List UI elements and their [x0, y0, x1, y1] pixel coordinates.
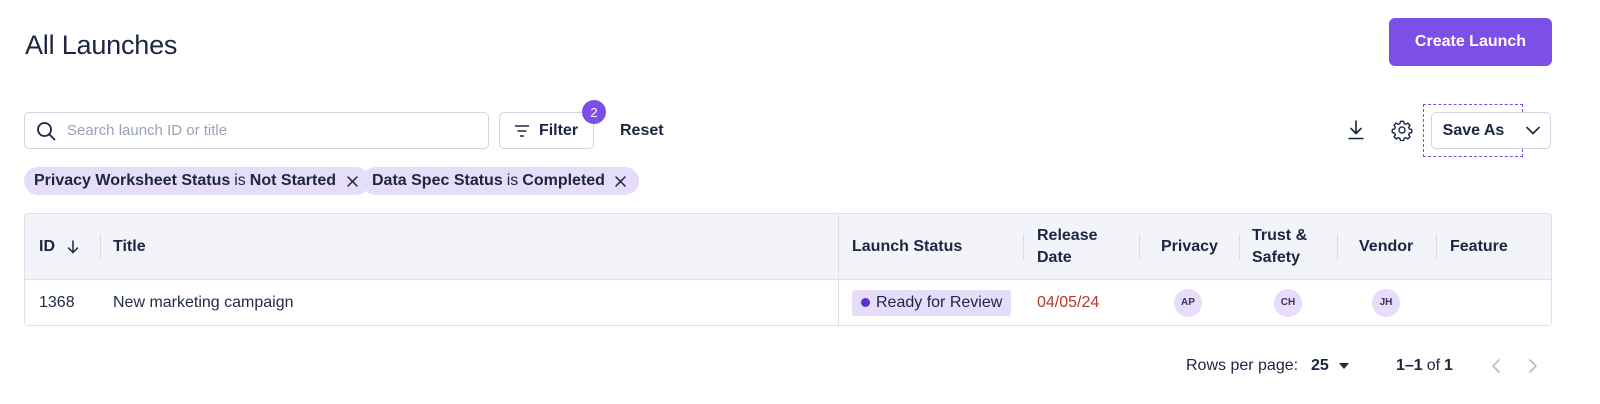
create-launch-button[interactable]: Create Launch — [1389, 18, 1552, 66]
cell-title[interactable]: New marketing campaign — [113, 280, 294, 325]
filter-chip-field: Data Spec Status — [372, 172, 503, 189]
range-of: of — [1426, 357, 1441, 374]
save-as-menu-button[interactable] — [1515, 112, 1551, 149]
avatar[interactable]: CH — [1274, 288, 1302, 317]
column-header-privacy[interactable]: Privacy — [1161, 214, 1218, 280]
rows-per-page-select[interactable]: 25 — [1311, 350, 1349, 382]
filter-chip-data-spec: Data Spec Status is Completed — [362, 167, 639, 195]
filter-button[interactable]: Filter — [499, 112, 594, 149]
filter-chip-value: Completed — [522, 172, 605, 189]
filter-chip-op: is — [506, 172, 519, 189]
column-header-id[interactable]: ID — [39, 214, 79, 280]
chevron-right-icon — [1529, 359, 1537, 373]
filter-chip-privacy-worksheet: Privacy Worksheet Status is Not Started — [24, 167, 371, 195]
table-row[interactable]: 1368 New marketing campaign Ready for Re… — [25, 280, 1551, 325]
search-box[interactable] — [24, 112, 489, 149]
range-value: 1–1 — [1396, 357, 1423, 374]
previous-page-button[interactable] — [1483, 353, 1509, 379]
close-icon[interactable] — [344, 173, 360, 189]
page-title: All Launches — [25, 30, 178, 60]
filter-count-badge: 2 — [582, 100, 606, 124]
column-header-vendor[interactable]: Vendor — [1359, 214, 1413, 280]
cell-release-date: 04/05/24 — [1037, 293, 1100, 311]
column-header-title[interactable]: Title — [113, 214, 146, 280]
avatar[interactable]: AP — [1174, 288, 1202, 317]
pagination-range: 1–1 of 1 — [1396, 350, 1453, 382]
cell-id: 1368 — [39, 293, 75, 311]
gear-icon — [1391, 119, 1413, 141]
filter-chip-field: Privacy Worksheet Status — [34, 172, 231, 189]
next-page-button[interactable] — [1520, 353, 1546, 379]
cell-vendor: JH — [1372, 280, 1400, 325]
save-as-button[interactable]: Save As — [1431, 112, 1516, 149]
download-icon — [1347, 120, 1365, 140]
status-dot-icon — [861, 298, 870, 307]
rows-per-page-value: 25 — [1311, 357, 1329, 374]
table-header: ID Title Launch Status Release Date Priv… — [25, 214, 1551, 280]
filter-label: Filter — [538, 121, 579, 139]
launches-table: ID Title Launch Status Release Date Priv… — [24, 213, 1552, 326]
column-header-trust-safety[interactable]: Trust & Safety — [1252, 214, 1332, 280]
column-header-release-date[interactable]: Release Date — [1037, 214, 1127, 280]
settings-button[interactable] — [1388, 116, 1416, 144]
arrow-down-icon — [67, 240, 79, 254]
chevron-left-icon — [1492, 359, 1500, 373]
filter-icon — [514, 124, 529, 137]
download-button[interactable] — [1342, 116, 1370, 144]
filter-chip-op: is — [234, 172, 246, 189]
reset-button[interactable]: Reset — [612, 112, 672, 149]
search-input[interactable] — [67, 122, 467, 139]
filter-chip-value: Not Started — [249, 172, 337, 189]
cell-privacy: AP — [1174, 280, 1202, 325]
column-header-launch-status[interactable]: Launch Status — [852, 214, 962, 280]
status-label: Ready for Review — [876, 293, 1003, 311]
avatar[interactable]: JH — [1372, 288, 1400, 317]
status-badge: Ready for Review — [852, 289, 1012, 316]
column-header-feature[interactable]: Feature — [1450, 214, 1508, 280]
close-icon[interactable] — [613, 173, 629, 189]
cell-trust-safety: CH — [1274, 280, 1302, 325]
caret-down-icon — [1338, 363, 1349, 369]
column-label: ID — [39, 238, 55, 255]
search-icon — [35, 120, 57, 142]
cell-launch-status: Ready for Review — [852, 280, 1012, 325]
rows-per-page-label: Rows per page: — [1186, 357, 1299, 374]
chevron-down-icon — [1525, 126, 1540, 135]
range-total: 1 — [1444, 357, 1453, 374]
